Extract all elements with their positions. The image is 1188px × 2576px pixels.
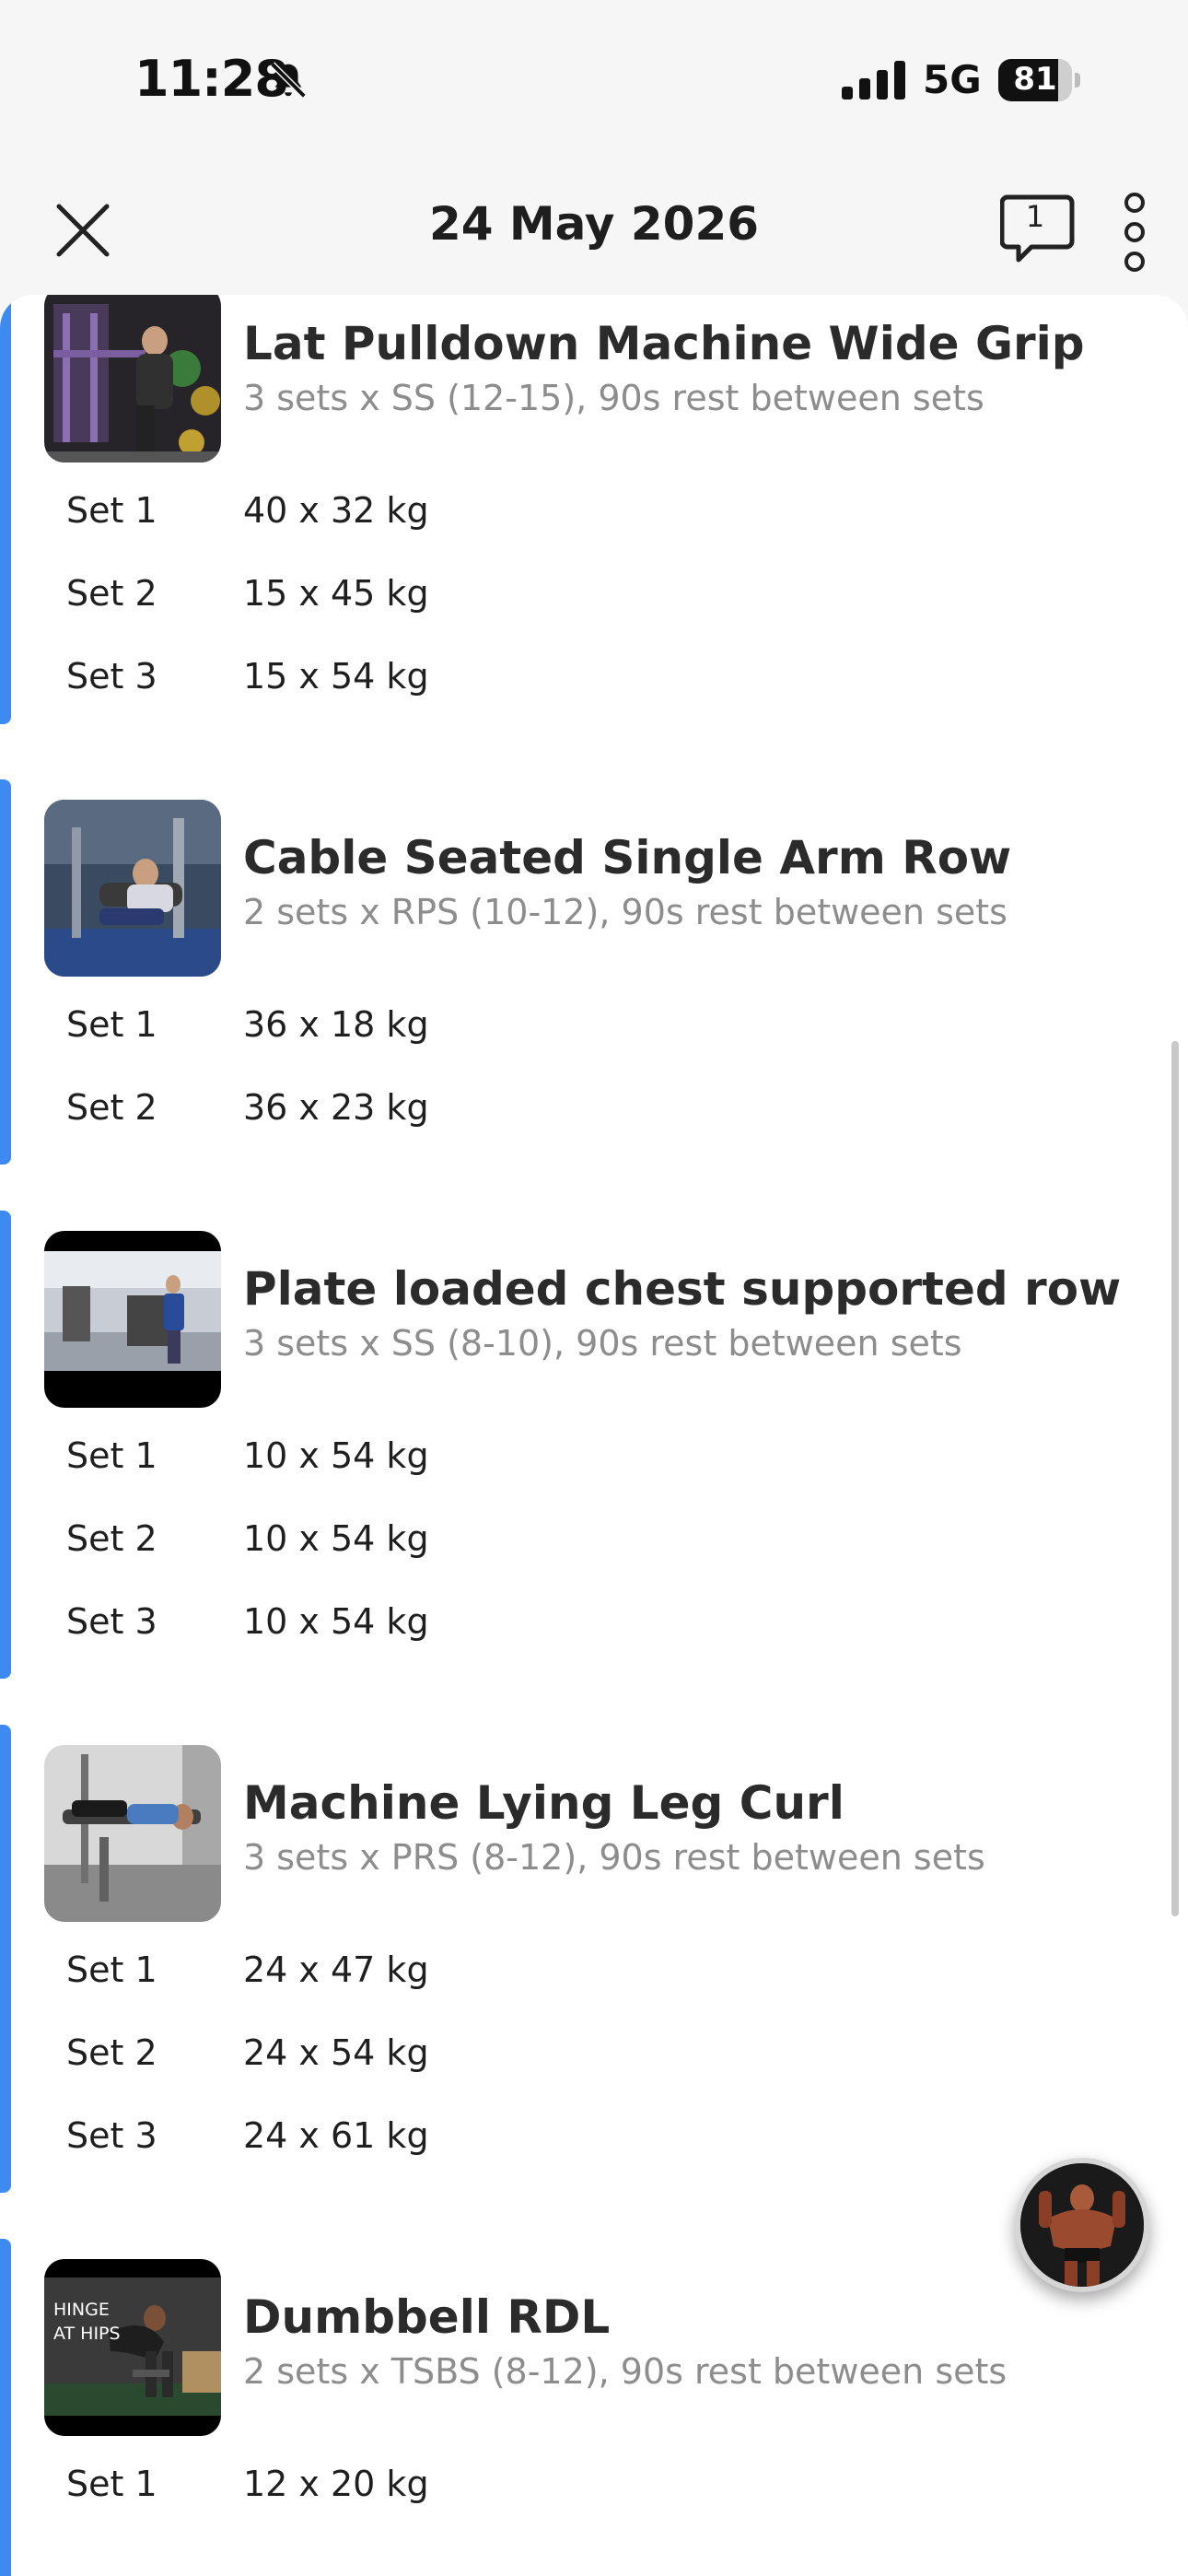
- set-value: 40 x 32 kg: [243, 490, 429, 531]
- set-row: Set 1 36 x 18 kg: [0, 1004, 1188, 1060]
- set-label: Set 1: [66, 1435, 157, 1476]
- set-value: 36 x 18 kg: [243, 1004, 429, 1045]
- exercise-thumbnail[interactable]: [44, 1231, 221, 1408]
- set-row: Set 1 40 x 32 kg: [0, 490, 1188, 545]
- set-row: Set 3 24 x 61 kg: [0, 2115, 1188, 2171]
- thumbnail-caption: HINGE AT HIPS: [53, 2300, 121, 2344]
- coach-avatar-button[interactable]: [1015, 2158, 1149, 2292]
- set-value: 10 x 54 kg: [243, 1601, 429, 1642]
- signal-icon: [842, 61, 905, 100]
- exercise-meta: 3 sets x SS (8-10), 90s rest between set…: [243, 1323, 962, 1364]
- app-header: 24 May 2026 1: [0, 166, 1188, 295]
- set-row: Set 1 24 x 47 kg: [0, 1950, 1188, 2005]
- set-value: 12 x 20 kg: [243, 2464, 429, 2504]
- more-vertical-icon[interactable]: [1114, 190, 1155, 275]
- set-label: Set 2: [66, 1518, 157, 1559]
- exercise-meta: 3 sets x SS (12-15), 90s rest between se…: [243, 378, 984, 418]
- exercise-meta: 2 sets x RPS (10-12), 90s rest between s…: [243, 892, 1007, 932]
- set-label: Set 2: [66, 573, 157, 614]
- exercise-name: Lat Pulldown Machine Wide Grip: [243, 317, 1085, 370]
- set-label: Set 1: [66, 1004, 157, 1045]
- exercise-name: Dumbbell RDL: [243, 2290, 611, 2344]
- exercise-meta: 2 sets x TSBS (8-12), 90s rest between s…: [243, 2351, 1007, 2392]
- set-value: 10 x 54 kg: [243, 1518, 429, 1559]
- set-label: Set 3: [66, 656, 157, 697]
- status-bar: 11:28 5G 81: [0, 0, 1188, 166]
- battery-icon: 81: [998, 59, 1081, 101]
- set-row: Set 2 10 x 54 kg: [0, 1518, 1188, 1574]
- exercise-thumbnail[interactable]: [44, 295, 221, 463]
- workout-log: Lat Pulldown Machine Wide Grip 3 sets x …: [0, 295, 1188, 2576]
- set-row: Set 1 10 x 54 kg: [0, 1435, 1188, 1491]
- set-row: Set 3 15 x 54 kg: [0, 656, 1188, 711]
- exercise-thumbnail[interactable]: [44, 800, 221, 977]
- avatar: [1020, 2163, 1144, 2287]
- exercise-accent-bar: [0, 2239, 11, 2576]
- status-time: 11:28: [134, 50, 289, 108]
- set-label: Set 1: [66, 2464, 157, 2504]
- set-value: 15 x 54 kg: [243, 656, 429, 697]
- battery-level: 81: [1013, 61, 1057, 98]
- set-row: Set 1 12 x 20 kg: [0, 2464, 1188, 2519]
- set-value: 24 x 54 kg: [243, 2032, 429, 2073]
- set-row: Set 3 10 x 54 kg: [0, 1601, 1188, 1657]
- set-value: 24 x 47 kg: [243, 1950, 429, 1990]
- network-type: 5G: [923, 57, 982, 102]
- set-value: 10 x 54 kg: [243, 1435, 429, 1476]
- exercise-name: Plate loaded chest supported row: [243, 1262, 1122, 1316]
- set-label: Set 3: [66, 1601, 157, 1642]
- exercise-name: Machine Lying Leg Curl: [243, 1776, 844, 1830]
- set-label: Set 2: [66, 1087, 157, 1128]
- scrollbar[interactable]: [1171, 1041, 1179, 1916]
- exercise-meta: 3 sets x PRS (8-12), 90s rest between se…: [243, 1837, 985, 1878]
- set-row: Set 2 36 x 23 kg: [0, 1087, 1188, 1142]
- set-value: 15 x 45 kg: [243, 573, 429, 614]
- bell-muted-icon: [270, 62, 307, 99]
- exercise-thumbnail[interactable]: HINGE AT HIPS: [44, 2259, 221, 2436]
- set-label: Set 2: [66, 2032, 157, 2073]
- comment-button[interactable]: 1: [1000, 192, 1077, 269]
- set-row: Set 2 15 x 45 kg: [0, 573, 1188, 628]
- exercise-name: Cable Seated Single Arm Row: [243, 831, 1012, 884]
- exercise-thumbnail[interactable]: [44, 1745, 221, 1922]
- set-row: Set 2 24 x 54 kg: [0, 2032, 1188, 2088]
- set-value: 36 x 23 kg: [243, 1087, 429, 1128]
- comment-count: 1: [1025, 199, 1045, 234]
- set-value: 24 x 61 kg: [243, 2115, 429, 2156]
- set-label: Set 1: [66, 1950, 157, 1990]
- set-label: Set 3: [66, 2115, 157, 2156]
- set-label: Set 1: [66, 490, 157, 531]
